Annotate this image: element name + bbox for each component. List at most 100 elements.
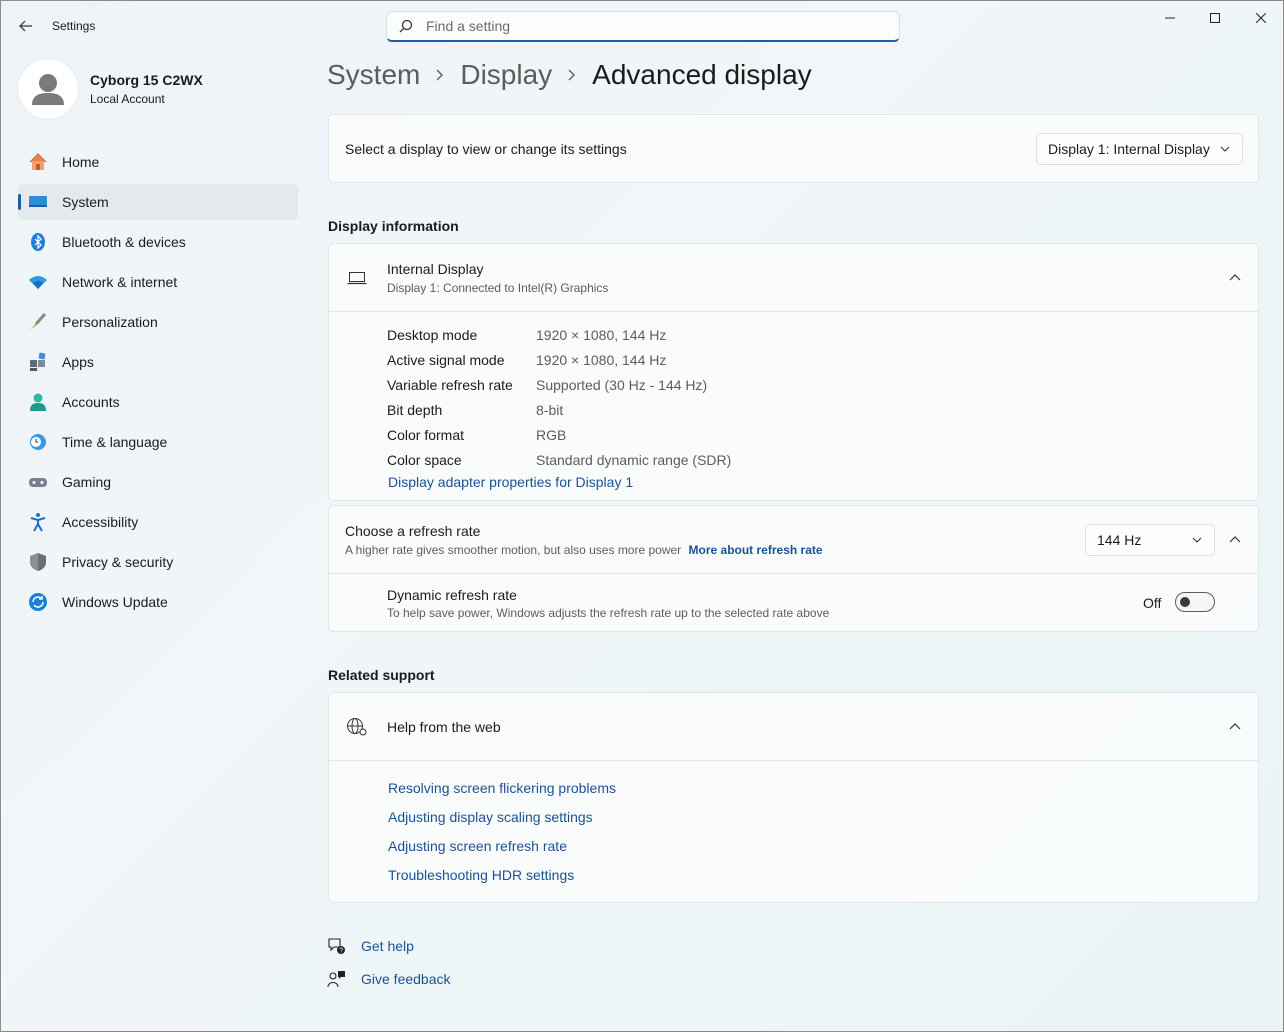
refresh-rate-dropdown[interactable]: 144 Hz (1085, 524, 1215, 556)
brush-icon (28, 312, 48, 332)
system-icon (28, 192, 48, 212)
display-info-table: Desktop mode 1920 × 1080, 144 Hz Active s… (387, 322, 731, 472)
chevron-down-icon (1220, 146, 1230, 152)
info-row: Color space Standard dynamic range (SDR) (387, 447, 731, 472)
more-about-refresh-rate-link[interactable]: More about refresh rate (689, 543, 823, 557)
accessibility-icon (28, 512, 48, 532)
display-select-label: Select a display to view or change its s… (345, 141, 627, 157)
dynamic-refresh-row: Dynamic refresh rate To help save power,… (329, 574, 1258, 632)
sidebar-item-label: Network & internet (62, 274, 178, 290)
refresh-rate-subtitle: A higher rate gives smoother motion, but… (345, 542, 682, 557)
dynamic-refresh-subtitle: To help save power, Windows adjusts the … (387, 605, 830, 620)
feedback-icon (327, 971, 345, 988)
display-adapter-properties-link[interactable]: Display adapter properties for Display 1 (388, 474, 633, 490)
info-row: Color format RGB (387, 422, 731, 447)
sidebar-item-gaming[interactable]: Gaming (18, 464, 298, 500)
help-from-web-header[interactable]: Help from the web (329, 693, 1258, 760)
close-icon (1256, 13, 1266, 23)
sidebar-item-label: Windows Update (62, 594, 168, 610)
sidebar-item-apps[interactable]: Apps (18, 344, 298, 380)
chevron-up-icon[interactable] (1229, 274, 1241, 281)
back-button[interactable] (11, 11, 41, 41)
breadcrumb: System Display Advanced display (327, 59, 812, 91)
close-button[interactable] (1238, 5, 1284, 31)
sidebar-item-home[interactable]: Home (18, 144, 298, 180)
globe-icon (347, 717, 367, 735)
sidebar-item-bluetooth[interactable]: Bluetooth & devices (18, 224, 298, 260)
refresh-rate-value: 144 Hz (1097, 532, 1142, 548)
search-input[interactable] (426, 18, 866, 34)
info-value: Standard dynamic range (SDR) (536, 451, 732, 468)
get-help-item[interactable]: ? Get help (327, 937, 414, 955)
title-bar: Settings (1, 1, 1283, 51)
minimize-button[interactable] (1147, 5, 1193, 31)
dynamic-refresh-toggle[interactable] (1175, 592, 1215, 612)
help-link-hdr[interactable]: Troubleshooting HDR settings (388, 867, 574, 883)
chevron-right-icon (568, 65, 576, 86)
sidebar-item-label: Personalization (62, 314, 158, 330)
give-feedback-item[interactable]: Give feedback (327, 970, 451, 988)
chevron-up-icon[interactable] (1229, 536, 1241, 543)
gamepad-icon (28, 472, 48, 492)
svg-text:?: ? (339, 948, 343, 955)
shield-icon (28, 552, 48, 572)
maximize-icon (1210, 13, 1220, 23)
chevron-down-icon (1192, 537, 1202, 543)
sidebar-nav: Home System Bluetooth & devices Network … (18, 144, 298, 624)
display-select-dropdown[interactable]: Display 1: Internal Display (1036, 133, 1243, 165)
apps-icon (28, 352, 48, 372)
help-from-web-title: Help from the web (387, 718, 501, 735)
refresh-rate-title: Choose a refresh rate (345, 522, 481, 539)
app-title: Settings (52, 19, 96, 33)
user-profile[interactable]: Cyborg 15 C2WX Local Account (18, 59, 203, 119)
sidebar-item-windows-update[interactable]: Windows Update (18, 584, 298, 620)
sidebar-item-privacy[interactable]: Privacy & security (18, 544, 298, 580)
sidebar-item-time-language[interactable]: Time & language (18, 424, 298, 460)
accounts-icon (28, 392, 48, 412)
info-key: Desktop mode (387, 326, 478, 343)
help-link-scaling[interactable]: Adjusting display scaling settings (388, 809, 593, 825)
sidebar-item-personalization[interactable]: Personalization (18, 304, 298, 340)
info-key: Active signal mode (387, 351, 505, 368)
give-feedback-link[interactable]: Give feedback (361, 971, 451, 987)
avatar (18, 59, 78, 119)
help-from-web-card: Help from the web Resolving screen flick… (328, 692, 1259, 903)
sidebar-item-label: Bluetooth & devices (62, 234, 186, 250)
maximize-button[interactable] (1192, 5, 1238, 31)
help-links-list: Resolving screen flickering problems Adj… (388, 780, 616, 896)
info-row: Bit depth 8-bit (387, 397, 731, 422)
breadcrumb-system[interactable]: System (327, 59, 420, 91)
get-help-link[interactable]: Get help (361, 938, 414, 954)
info-value: 8-bit (536, 401, 564, 418)
info-key: Bit depth (387, 401, 443, 418)
sidebar-item-label: Accounts (62, 394, 120, 410)
sidebar-item-network[interactable]: Network & internet (18, 264, 298, 300)
home-icon (28, 152, 48, 172)
sidebar-item-system[interactable]: System (18, 184, 298, 220)
sidebar-item-label: Privacy & security (62, 554, 174, 570)
help-link-flickering[interactable]: Resolving screen flickering problems (388, 780, 616, 796)
dynamic-refresh-title: Dynamic refresh rate (387, 586, 517, 603)
search-box[interactable] (386, 11, 900, 42)
sidebar-item-label: Gaming (62, 474, 112, 490)
sidebar-item-accessibility[interactable]: Accessibility (18, 504, 298, 540)
help-link-refresh-rate[interactable]: Adjusting screen refresh rate (388, 838, 567, 854)
chevron-up-icon[interactable] (1229, 723, 1241, 730)
breadcrumb-display[interactable]: Display (460, 59, 552, 91)
info-key: Color space (387, 451, 462, 468)
refresh-rate-card: Choose a refresh rate A higher rate give… (328, 505, 1259, 632)
display-select-value: Display 1: Internal Display (1048, 141, 1210, 157)
info-value: 1920 × 1080, 144 Hz (536, 326, 667, 343)
bluetooth-icon (28, 232, 48, 252)
sidebar-item-label: Home (62, 154, 100, 170)
display-info-header[interactable]: Internal Display Display 1: Connected to… (329, 244, 1258, 311)
sidebar-item-label: Accessibility (62, 514, 139, 530)
back-arrow-icon (19, 20, 32, 32)
display-info-card: Internal Display Display 1: Connected to… (328, 243, 1259, 501)
chevron-right-icon (436, 65, 444, 86)
display-connection: Display 1: Connected to Intel(R) Graphic… (387, 280, 609, 295)
sidebar-item-accounts[interactable]: Accounts (18, 384, 298, 420)
minimize-icon (1165, 17, 1175, 19)
display-select-card: Select a display to view or change its s… (328, 114, 1259, 183)
info-row: Variable refresh rate Supported (30 Hz - … (387, 372, 731, 397)
